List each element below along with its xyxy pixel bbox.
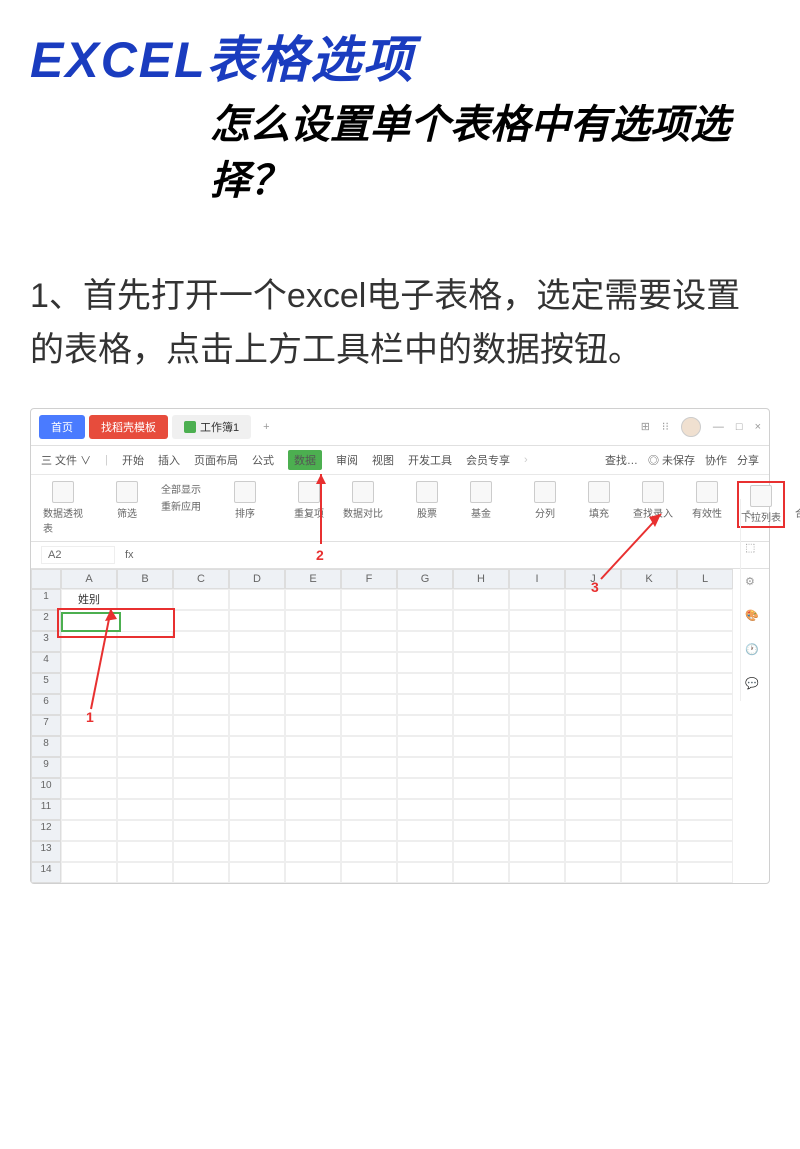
spreadsheet-grid[interactable]: A B C D E F G H I J K L 1姓别 2 3 4 5 6 7 … [31, 569, 769, 883]
palette-icon[interactable]: 🎨 [745, 609, 761, 625]
tool-filter[interactable]: 筛选 [103, 481, 151, 520]
tool-sort[interactable]: 排序 [221, 481, 269, 520]
share-button[interactable]: 分享 [737, 452, 759, 468]
annotation-1: 1 [86, 709, 94, 725]
row-header[interactable]: 1 [31, 589, 61, 610]
window-controls: ⊞ ⁝⁝ — □ × [641, 417, 761, 437]
tab-add[interactable]: + [255, 421, 277, 433]
row-header[interactable]: 7 [31, 715, 61, 736]
tab-workbook[interactable]: 工作簿1 [172, 415, 251, 439]
annotation-2: 2 [316, 547, 324, 563]
menu-insert[interactable]: 插入 [158, 452, 180, 468]
cell-a2-selected[interactable] [61, 612, 121, 632]
row-header[interactable]: 4 [31, 652, 61, 673]
row-header[interactable]: 14 [31, 862, 61, 883]
col-header[interactable]: K [621, 569, 677, 589]
more-icon[interactable]: ⁝⁝ [662, 420, 669, 433]
close-button[interactable]: × [755, 421, 761, 433]
row-header[interactable]: 12 [31, 820, 61, 841]
menu-review[interactable]: 审阅 [336, 452, 358, 468]
select-icon[interactable]: ⬚ [745, 541, 761, 557]
cell-a1[interactable]: 姓别 [61, 589, 117, 610]
row-header[interactable]: 5 [31, 673, 61, 694]
col-header[interactable]: B [117, 569, 173, 589]
cell-reference[interactable]: A2 [41, 546, 115, 564]
col-header[interactable]: A [61, 569, 117, 589]
tool-dup[interactable]: 重复项 [285, 481, 333, 520]
col-header[interactable]: F [341, 569, 397, 589]
ribbon-toolbar: 数据透视表 筛选 全部显示重新应用 排序 重复项 数据对比 股票 基金 分列 填… [31, 475, 769, 542]
row-header[interactable]: 13 [31, 841, 61, 862]
chat-icon[interactable]: 💬 [745, 677, 761, 693]
tool-compare[interactable]: 数据对比 [339, 481, 387, 520]
page-subtitle: 怎么设置单个表格中有选项选择？ [210, 97, 770, 209]
tool-split[interactable]: 分列 [521, 481, 569, 520]
row-header[interactable]: 6 [31, 694, 61, 715]
tab-home[interactable]: 首页 [39, 415, 85, 439]
file-menu[interactable]: 三 文件 ∨ [41, 452, 91, 468]
search-hint[interactable]: 查找… [605, 452, 638, 468]
menu-formula[interactable]: 公式 [252, 452, 274, 468]
window-tabs: 首页 找稻壳模板 工作簿1 + ⊞ ⁝⁝ — □ × [31, 409, 769, 446]
avatar[interactable] [681, 417, 701, 437]
corner-cell[interactable] [31, 569, 61, 589]
col-header[interactable]: D [229, 569, 285, 589]
grid-icon[interactable]: ⊞ [641, 420, 650, 433]
tab-template[interactable]: 找稻壳模板 [89, 415, 168, 439]
menu-start[interactable]: 开始 [122, 452, 144, 468]
col-header[interactable]: H [453, 569, 509, 589]
tool-stock[interactable]: 股票 [403, 481, 451, 520]
col-header[interactable]: E [285, 569, 341, 589]
annotation-3: 3 [591, 579, 599, 595]
col-header[interactable]: L [677, 569, 733, 589]
right-sidebar: ↖ ⬚ ⚙ 🎨 🕐 💬 [740, 499, 765, 701]
menu-devtools[interactable]: 开发工具 [408, 452, 452, 468]
row-header[interactable]: 9 [31, 757, 61, 778]
tool-fund[interactable]: 基金 [457, 481, 505, 520]
tool-valid[interactable]: 有效性 [683, 481, 731, 520]
formula-bar: A2 fx [31, 542, 769, 569]
tool-showall[interactable]: 全部显示重新应用 [157, 481, 205, 513]
fx-icon[interactable]: fx [125, 549, 134, 561]
cursor-icon[interactable]: ↖ [745, 507, 761, 523]
clock-icon[interactable]: 🕐 [745, 643, 761, 659]
menu-member[interactable]: 会员专享 [466, 452, 510, 468]
step-text: 1、首先打开一个excel电子表格，选定需要设置的表格，点击上方工具栏中的数据按… [30, 269, 770, 378]
maximize-button[interactable]: □ [736, 421, 743, 433]
row-header[interactable]: 10 [31, 778, 61, 799]
row-header[interactable]: 8 [31, 736, 61, 757]
unsaved-status[interactable]: ◎ 未保存 [648, 452, 695, 468]
menu-view[interactable]: 视图 [372, 452, 394, 468]
col-header[interactable]: G [397, 569, 453, 589]
tool-pivot[interactable]: 数据透视表 [39, 481, 87, 535]
menu-bar: 三 文件 ∨ | 开始 插入 页面布局 公式 数据 审阅 视图 开发工具 会员专… [31, 446, 769, 475]
menu-layout[interactable]: 页面布局 [194, 452, 238, 468]
col-header[interactable]: I [509, 569, 565, 589]
tool-fill[interactable]: 填充 [575, 481, 623, 520]
menu-data[interactable]: 数据 [288, 450, 322, 470]
excel-screenshot: 首页 找稻壳模板 工作簿1 + ⊞ ⁝⁝ — □ × 三 文件 ∨ | 开始 插… [30, 408, 770, 884]
tool-lookup[interactable]: 查找录入 [629, 481, 677, 520]
page-title: EXCEL表格选项 [30, 20, 770, 92]
collab-button[interactable]: 协作 [705, 452, 727, 468]
tool-merge[interactable]: 合并计算 [791, 481, 800, 520]
col-header[interactable]: C [173, 569, 229, 589]
workbook-icon [184, 421, 196, 433]
settings-icon[interactable]: ⚙ [745, 575, 761, 591]
minimize-button[interactable]: — [713, 421, 724, 433]
row-header[interactable]: 11 [31, 799, 61, 820]
